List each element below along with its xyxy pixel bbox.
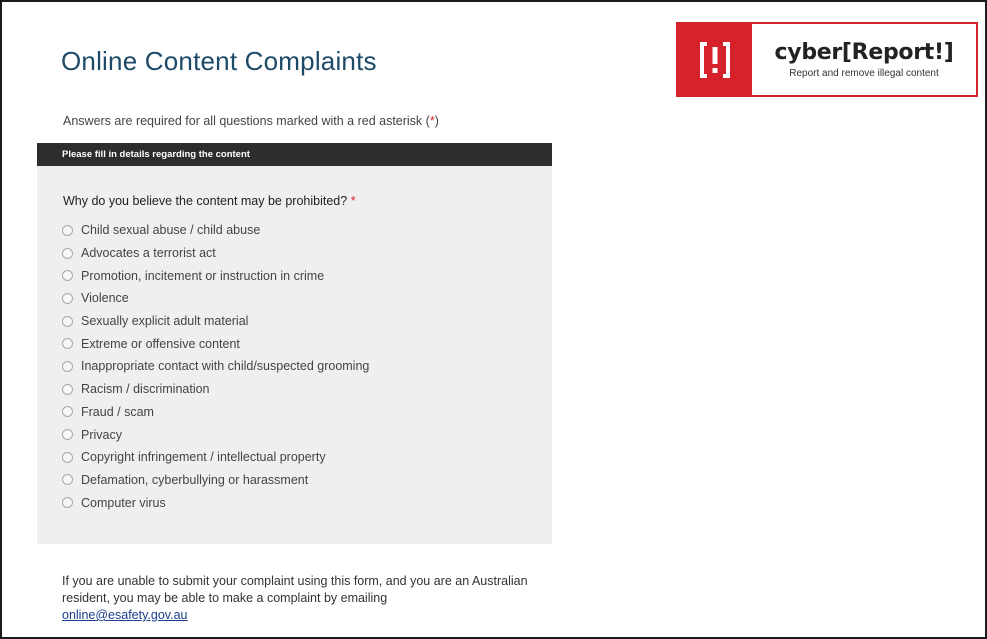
footer-note: If you are unable to submit your complai… [62,573,542,624]
radio-option-terrorist-act[interactable]: Advocates a terrorist act [62,242,369,265]
form-panel: Why do you believe the content may be pr… [37,166,552,544]
radio-unchecked-icon[interactable] [62,360,73,372]
radio-option-label: Defamation, cyberbullying or harassment [81,472,309,487]
radio-option-crime[interactable]: Promotion, incitement or instruction in … [62,264,369,287]
radio-unchecked-icon[interactable] [62,338,73,350]
radio-unchecked-icon[interactable] [62,270,73,282]
radio-option-label: Sexually explicit adult material [81,314,249,329]
radio-unchecked-icon[interactable] [62,406,73,418]
radio-option-defamation[interactable]: Defamation, cyberbullying or harassment [62,469,369,492]
radio-option-label: Extreme or offensive content [81,336,240,351]
radio-unchecked-icon[interactable] [62,224,73,236]
email-link[interactable]: online@esafety.gov.au [62,608,188,622]
radio-option-extreme-content[interactable]: Extreme or offensive content [62,332,369,355]
radio-option-copyright[interactable]: Copyright infringement / intellectual pr… [62,446,369,469]
radio-option-child-abuse[interactable]: Child sexual abuse / child abuse [62,219,369,242]
radio-option-adult-material[interactable]: Sexually explicit adult material [62,310,369,333]
footer-text: If you are unable to submit your complai… [62,574,528,605]
radio-option-label: Advocates a terrorist act [81,246,216,261]
radio-option-label: Copyright infringement / intellectual pr… [81,450,326,465]
radio-option-label: Fraud / scam [81,404,154,419]
radio-option-computer-virus[interactable]: Computer virus [62,491,369,514]
question-text: Why do you believe the content may be pr… [63,194,348,208]
radio-unchecked-icon[interactable] [62,315,73,327]
radio-option-label: Racism / discrimination [81,382,210,397]
question-required-asterisk: * [350,194,356,208]
radio-option-label: Privacy [81,427,122,442]
logo-brand: cyber[Report!] [774,40,954,65]
logo-text: cyber[Report!] Report and remove illegal… [752,24,976,95]
radio-option-violence[interactable]: Violence [62,287,369,310]
cyber-report-logo: cyber[Report!] Report and remove illegal… [676,22,978,97]
radio-option-label: Child sexual abuse / child abuse [81,223,261,238]
radio-unchecked-icon[interactable] [62,383,73,395]
reason-radio-group: Child sexual abuse / child abuse Advocat… [62,219,369,514]
radio-unchecked-icon[interactable] [62,474,73,486]
radio-unchecked-icon[interactable] [62,292,73,304]
radio-option-label: Computer virus [81,495,166,510]
logo-tagline: Report and remove illegal content [789,68,939,79]
radio-option-grooming[interactable]: Inappropriate contact with child/suspect… [62,355,369,378]
radio-unchecked-icon[interactable] [62,497,73,509]
radio-unchecked-icon[interactable] [62,247,73,259]
radio-option-label: Inappropriate contact with child/suspect… [81,359,370,374]
radio-option-label: Violence [81,291,129,306]
required-note-text: Answers are required for all questions m… [63,114,430,128]
page-title: Online Content Complaints [61,46,377,76]
radio-option-privacy[interactable]: Privacy [62,423,369,446]
question-label: Why do you believe the content may be pr… [63,194,356,208]
radio-option-label: Promotion, incitement or instruction in … [81,268,325,283]
required-note-close: ) [434,114,439,128]
exclamation-bracket-icon [678,24,752,95]
radio-option-racism[interactable]: Racism / discrimination [62,378,369,401]
section-header: Please fill in details regarding the con… [37,143,552,166]
radio-unchecked-icon[interactable] [62,429,73,441]
radio-option-fraud[interactable]: Fraud / scam [62,401,369,424]
radio-unchecked-icon[interactable] [62,451,73,463]
required-fields-note: Answers are required for all questions m… [63,114,439,128]
